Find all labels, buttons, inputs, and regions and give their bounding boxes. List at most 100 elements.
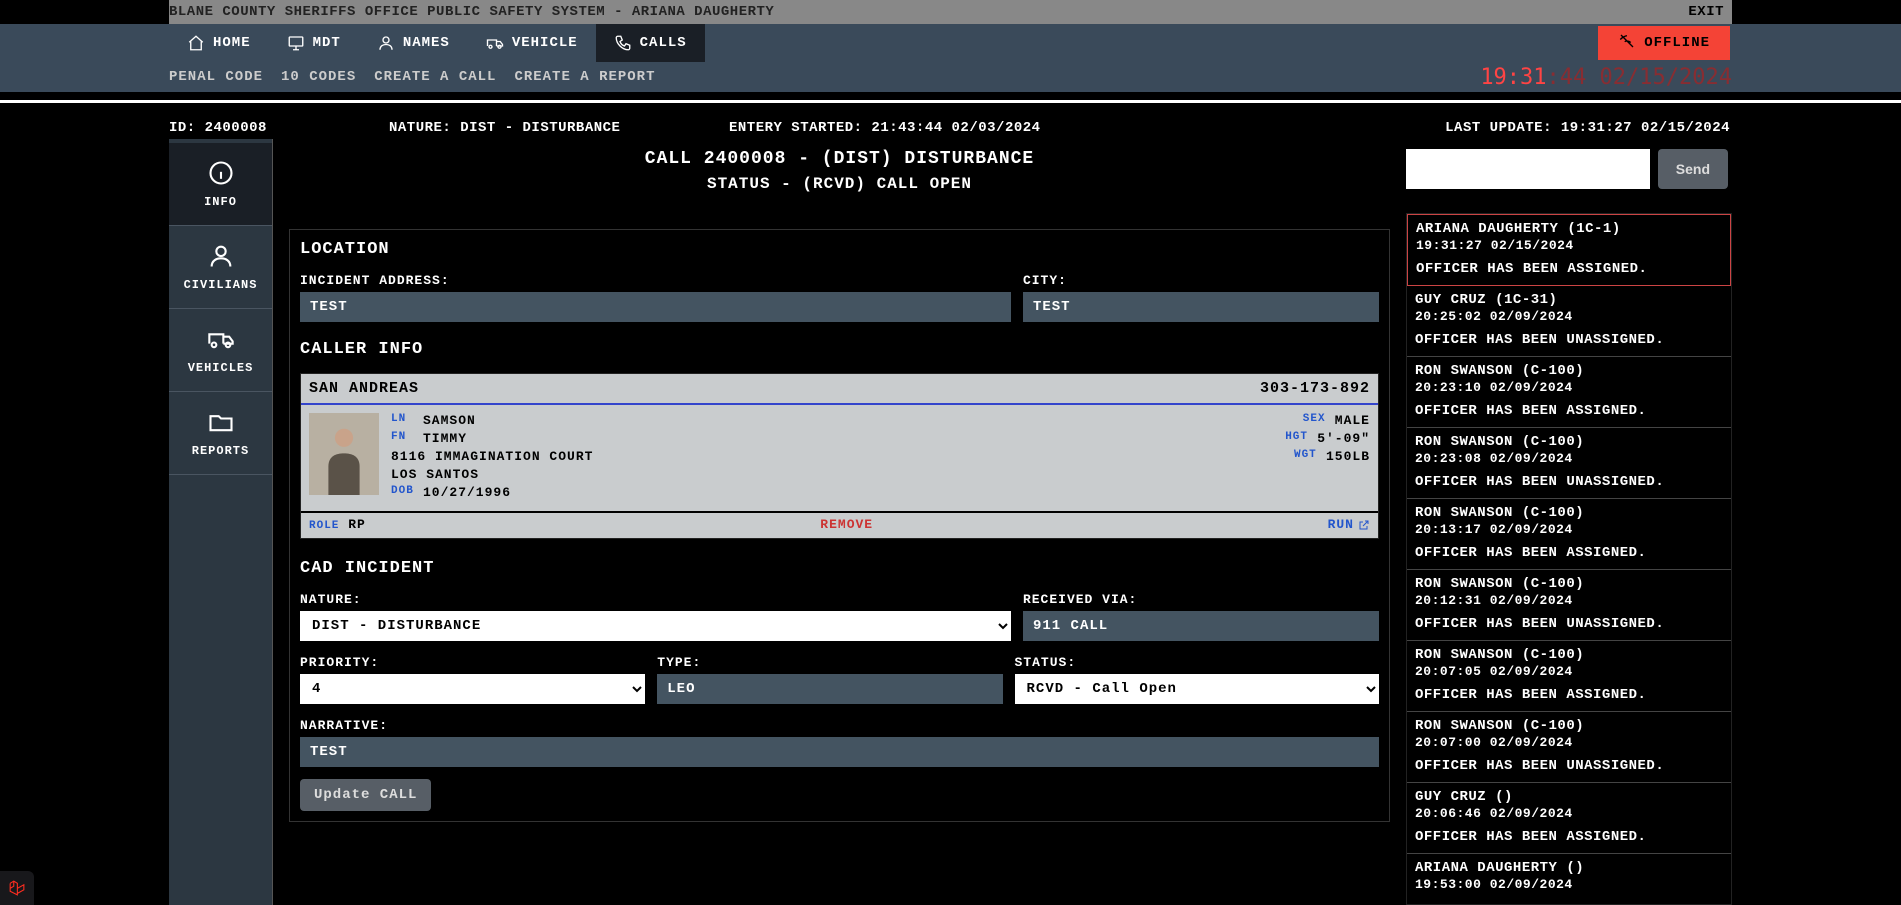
priority-label: PRIORITY: — [300, 655, 645, 670]
person-icon — [377, 34, 395, 52]
log-sender: RON SWANSON (C-100) — [1415, 363, 1723, 379]
log-message: OFFICER HAS BEEN UNASSIGNED. — [1415, 758, 1723, 774]
log-time: 20:07:05 02/09/2024 — [1415, 664, 1723, 679]
info-id: ID: 2400008 — [169, 120, 389, 136]
rail-civilians[interactable]: CIVILIANS — [169, 226, 272, 309]
activity-log[interactable]: ARIANA DAUGHERTY (1C-1)19:31:27 02/15/20… — [1406, 213, 1732, 905]
log-sender: ARIANA DAUGHERTY (1C-1) — [1416, 221, 1722, 237]
log-message: OFFICER HAS BEEN UNASSIGNED. — [1415, 474, 1723, 490]
update-call-button[interactable]: Update CALL — [300, 779, 431, 811]
subnav-10-codes[interactable]: 10 CODES — [281, 69, 356, 85]
nature-label: NATURE: — [300, 592, 1011, 607]
phone-icon — [614, 34, 632, 52]
rail-reports[interactable]: REPORTS — [169, 392, 272, 475]
log-time: 19:53:00 02/09/2024 — [1415, 877, 1723, 892]
log-entry: RON SWANSON (C-100)20:12:31 02/09/2024 OF… — [1407, 570, 1731, 641]
incident-address-input[interactable] — [300, 292, 1011, 322]
received-via-label: RECEIVED VIA: — [1023, 592, 1379, 607]
log-time: 20:06:46 02/09/2024 — [1415, 806, 1723, 821]
log-sender: RON SWANSON (C-100) — [1415, 718, 1723, 734]
log-entry: ARIANA DAUGHERTY ()19:53:00 02/09/2024 — [1407, 854, 1731, 905]
section-location: LOCATION — [300, 240, 1379, 259]
nav-mdt[interactable]: MDT — [269, 24, 359, 62]
log-time: 20:12:31 02/09/2024 — [1415, 593, 1723, 608]
nav-home[interactable]: HOME — [169, 24, 269, 62]
log-sender: RON SWANSON (C-100) — [1415, 576, 1723, 592]
offline-icon — [1618, 32, 1636, 55]
subnav-penal-code[interactable]: PENAL CODE — [169, 69, 263, 85]
message-input[interactable] — [1406, 149, 1650, 189]
send-button[interactable]: Send — [1658, 149, 1728, 189]
log-entry: RON SWANSON (C-100)20:13:17 02/09/2024OF… — [1407, 499, 1731, 570]
caller-state: SAN ANDREAS — [309, 380, 419, 397]
log-entry: GUY CRUZ (1C-31)20:25:02 02/09/2024OFFIC… — [1407, 286, 1731, 357]
log-entry: RON SWANSON (C-100)20:07:05 02/09/2024 OF… — [1407, 641, 1731, 712]
caller-avatar — [309, 413, 379, 495]
subnav-create-report[interactable]: CREATE A REPORT — [514, 69, 655, 85]
caller-role: RP — [348, 517, 366, 532]
log-message: OFFICER HAS BEEN ASSIGNED. — [1415, 687, 1723, 703]
rail-info[interactable]: INFO — [169, 143, 272, 226]
narrative-input[interactable] — [300, 737, 1379, 767]
exit-button[interactable]: EXIT — [1688, 0, 1732, 24]
caller-height: 5'-09" — [1317, 431, 1370, 446]
clock-display: 19:31:44 02/15/2024 — [1480, 65, 1732, 90]
log-time: 20:13:17 02/09/2024 — [1415, 522, 1723, 537]
section-cad: CAD INCIDENT — [300, 559, 1379, 578]
log-sender: RON SWANSON (C-100) — [1415, 647, 1723, 663]
caller-dob: 10/27/1996 — [423, 485, 511, 500]
log-message: OFFICER HAS BEEN ASSIGNED. — [1415, 829, 1723, 845]
type-input[interactable] — [657, 674, 1002, 704]
log-message: OFFICER HAS BEEN UNASSIGNED. — [1415, 616, 1723, 632]
caller-address: 8116 IMMAGINATION COURT — [391, 449, 593, 464]
subnav-create-call[interactable]: CREATE A CALL — [374, 69, 496, 85]
home-icon — [187, 34, 205, 52]
log-message: OFFICER HAS BEEN UNASSIGNED. — [1415, 332, 1723, 348]
log-sender: ARIANA DAUGHERTY () — [1415, 860, 1723, 876]
truck-icon — [207, 325, 235, 353]
log-sender: RON SWANSON (C-100) — [1415, 434, 1723, 450]
external-link-icon — [1358, 519, 1370, 531]
log-entry: RON SWANSON (C-100)20:23:10 02/09/2024 OF… — [1407, 357, 1731, 428]
log-entry: GUY CRUZ ()20:06:46 02/09/2024 OFFICER HA… — [1407, 783, 1731, 854]
status-label: STATUS: — [1015, 655, 1379, 670]
log-time: 20:23:08 02/09/2024 — [1415, 451, 1723, 466]
nav-vehicle[interactable]: VEHICLE — [468, 24, 596, 62]
person-icon — [207, 242, 235, 270]
log-entry: RON SWANSON (C-100)20:07:00 02/09/2024 OF… — [1407, 712, 1731, 783]
offline-button[interactable]: OFFLINE — [1598, 26, 1730, 60]
run-caller-button[interactable]: RUN — [1328, 517, 1370, 532]
monitor-icon — [287, 34, 305, 52]
log-message: OFFICER HAS BEEN ASSIGNED. — [1415, 403, 1723, 419]
status-select[interactable]: RCVD - Call Open — [1015, 674, 1379, 704]
received-via-input[interactable] — [1023, 611, 1379, 641]
caller-weight: 150LB — [1326, 449, 1370, 464]
log-sender: GUY CRUZ () — [1415, 789, 1723, 805]
caller-ssn: 303-173-892 — [1260, 380, 1370, 397]
rail-vehicles[interactable]: VEHICLES — [169, 309, 272, 392]
caller-city: LOS SANTOS — [391, 467, 479, 482]
log-sender: GUY CRUZ (1C-31) — [1415, 292, 1723, 308]
log-time: 20:07:00 02/09/2024 — [1415, 735, 1723, 750]
info-icon — [207, 159, 235, 187]
laravel-badge[interactable] — [0, 871, 34, 905]
city-input[interactable] — [1023, 292, 1379, 322]
log-entry: RON SWANSON (C-100)20:23:08 02/09/2024 OF… — [1407, 428, 1731, 499]
remove-caller-button[interactable]: REMOVE — [820, 517, 873, 532]
narrative-label: NARRATIVE: — [300, 718, 1379, 733]
nature-select[interactable]: DIST - DISTURBANCE — [300, 611, 1011, 641]
nav-calls[interactable]: CALLS — [596, 24, 705, 62]
log-message: OFFICER HAS BEEN ASSIGNED. — [1416, 261, 1722, 277]
folder-icon — [207, 408, 235, 436]
incident-address-label: INCIDENT ADDRESS: — [300, 273, 1011, 288]
caller-lastname: SAMSON — [423, 413, 476, 428]
call-status: STATUS - (RCVD) CALL OPEN — [289, 175, 1390, 193]
info-nature: NATURE: DIST - DISTURBANCE — [389, 120, 729, 136]
log-time: 20:23:10 02/09/2024 — [1415, 380, 1723, 395]
type-label: TYPE: — [657, 655, 1002, 670]
app-title: BLANE COUNTY SHERIFFS OFFICE PUBLIC SAFE… — [169, 0, 774, 24]
nav-names[interactable]: NAMES — [359, 24, 468, 62]
priority-select[interactable]: 4 — [300, 674, 645, 704]
city-label: CITY: — [1023, 273, 1379, 288]
section-caller: CALLER INFO — [300, 340, 1379, 359]
